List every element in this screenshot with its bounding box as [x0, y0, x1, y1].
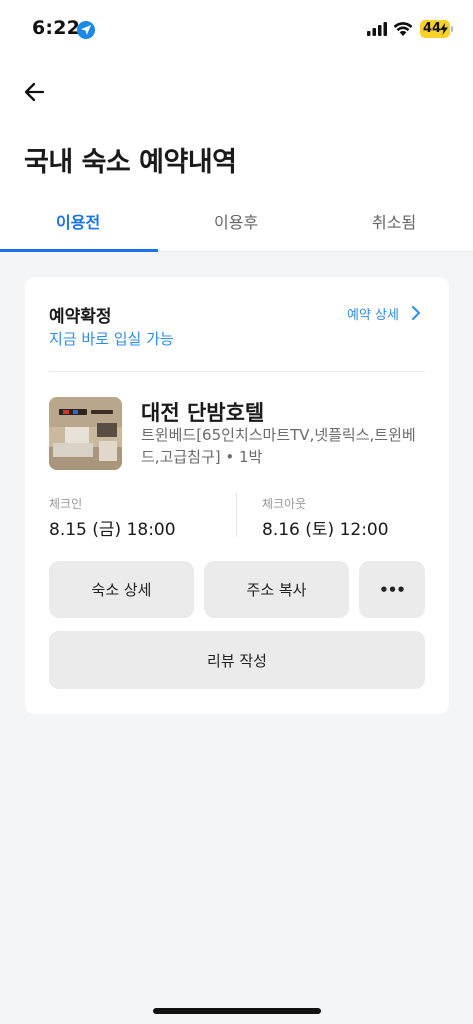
hotel-thumbnail[interactable]: [49, 397, 122, 470]
status-time: 6:22: [32, 17, 81, 39]
back-arrow-icon[interactable]: [22, 79, 48, 105]
header-area: 6:22 44 국내 숙소 예약내역 이용전 이용후 취소됨: [0, 0, 473, 252]
page-title: 국내 숙소 예약내역: [24, 147, 237, 178]
status-bar: 6:22 44: [0, 0, 473, 60]
write-review-button[interactable]: 리뷰 작성: [49, 631, 425, 689]
lodging-detail-button[interactable]: 숙소 상세: [49, 561, 194, 618]
home-indicator: [153, 1008, 321, 1014]
reservation-detail-label: 예약 상세: [347, 308, 399, 323]
signal-icon: [367, 22, 387, 36]
copy-address-button[interactable]: 주소 복사: [204, 561, 349, 618]
tab-after-use[interactable]: 이용후: [214, 209, 258, 233]
checkin-availability: 지금 바로 입실 가능: [49, 330, 174, 348]
more-options-button[interactable]: •••: [359, 561, 425, 618]
reservation-card: 예약확정 지금 바로 입실 가능 예약 상세 대전 단밤호텔 트윈베드[65인치…: [25, 277, 449, 714]
reservation-status: 예약확정: [49, 307, 112, 327]
hotel-name: 대전 단밤호텔: [141, 401, 265, 425]
checkin-value: 8.15 (금) 18:00: [49, 520, 176, 540]
battery-tip: [451, 26, 453, 32]
chevron-right-icon: [412, 306, 420, 320]
tab-bar: 이용전 이용후 취소됨: [0, 200, 473, 252]
wifi-icon: [393, 22, 413, 36]
tab-cancelled[interactable]: 취소됨: [372, 209, 416, 233]
active-tab-indicator: [0, 249, 158, 252]
checkout-label: 체크아웃: [262, 497, 307, 511]
reservation-detail-link[interactable]: 예약 상세: [347, 304, 420, 323]
divider: [49, 371, 425, 372]
date-divider: [236, 493, 237, 537]
battery-icon: 44: [420, 20, 450, 38]
checkin-label: 체크인: [49, 497, 83, 511]
location-icon: [77, 21, 95, 39]
room-description: 트윈베드[65인치스마트TV,넷플릭스,트윈베드,고급침구] • 1박: [141, 426, 416, 466]
battery-level: 44: [423, 21, 442, 36]
tab-before-use[interactable]: 이용전: [56, 209, 100, 233]
checkout-value: 8.16 (토) 12:00: [262, 520, 389, 540]
